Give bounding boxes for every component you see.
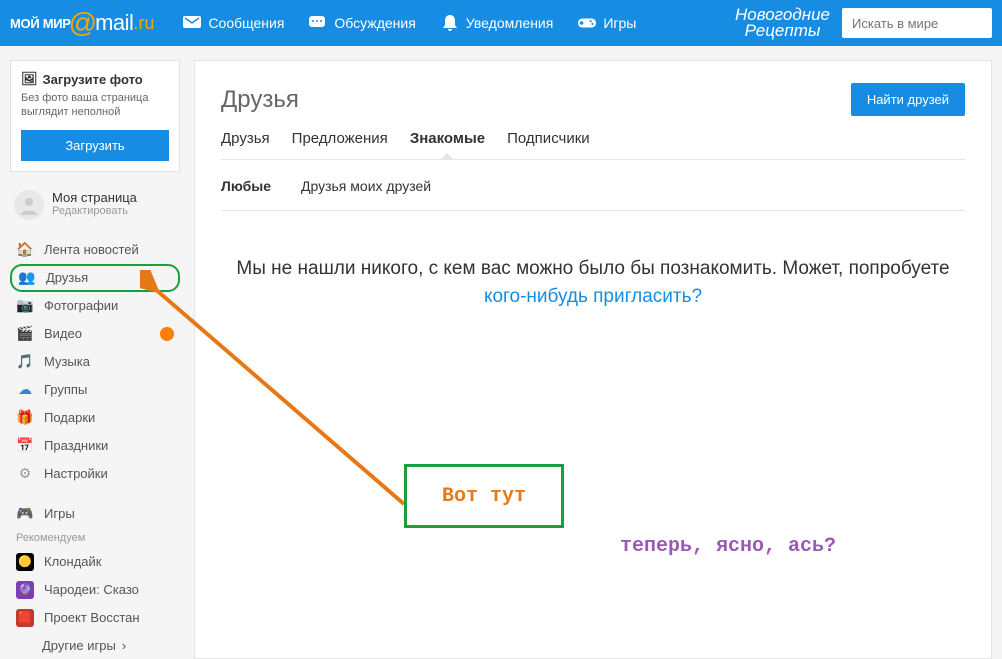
menu-label: Игры	[44, 506, 75, 521]
game-icon: 🟥	[16, 609, 34, 627]
sidebar: 🖼 Загрузите фото Без фото ваша страница …	[10, 60, 180, 659]
tab-2[interactable]: Знакомые	[410, 130, 485, 159]
discussion-icon	[308, 14, 328, 32]
sidebar-item-2[interactable]: 📷 Фотографии	[10, 292, 180, 320]
gamepad-icon	[577, 14, 597, 32]
promo-banner[interactable]: Новогодние Рецепты	[735, 7, 830, 39]
nav-menu: Сообщения Обсуждения Уведомления Игры	[172, 8, 646, 38]
profile-block[interactable]: Моя страница Редактировать	[10, 190, 180, 220]
logo-text-mail: mail	[95, 10, 133, 36]
nav-label: Сообщения	[208, 15, 284, 31]
tab-1[interactable]: Предложения	[292, 130, 388, 159]
site-logo[interactable]: МОЙ МИР @ mail .ru	[10, 7, 154, 39]
sidebar-menu: 🏠 Лента новостей 👥 Друзья 📷 Фотографии 🎬 Видео 🎵…	[10, 236, 180, 488]
upload-title: 🖼 Загрузите фото	[21, 71, 169, 87]
menu-icon: ⚙	[16, 465, 34, 483]
search-input[interactable]	[842, 8, 992, 38]
find-friends-button[interactable]: Найти друзей	[851, 83, 965, 116]
sub-tabs: Любые Друзья моих друзей	[221, 160, 965, 211]
game-item-2[interactable]: 🟥 Проект Восстан	[10, 604, 180, 632]
nav-discussions[interactable]: Обсуждения	[298, 8, 425, 38]
game-icon: 🔮	[16, 581, 34, 599]
basketball-badge-icon	[160, 327, 174, 341]
sidebar-item-3[interactable]: 🎬 Видео	[10, 320, 180, 348]
message-icon	[182, 14, 202, 32]
upload-button[interactable]: Загрузить	[21, 130, 169, 161]
empty-state: Мы не нашли никого, с кем вас можно было…	[221, 211, 965, 310]
menu-label: Лента новостей	[44, 242, 139, 257]
profile-edit-link[interactable]: Редактировать	[52, 205, 137, 217]
menu-label: Праздники	[44, 438, 108, 453]
gamepad-icon: 🎮	[16, 505, 34, 523]
image-icon: 🖼	[21, 71, 38, 87]
bell-icon	[440, 14, 460, 32]
upload-subtitle: Без фото ваша страница выглядит неполной	[21, 91, 169, 120]
subtab-1[interactable]: Друзья моих друзей	[301, 178, 431, 194]
invite-link[interactable]: кого-нибудь пригласить?	[484, 286, 702, 307]
tab-3[interactable]: Подписчики	[507, 130, 590, 159]
menu-label: Настройки	[44, 466, 108, 481]
nav-messages[interactable]: Сообщения	[172, 8, 294, 38]
game-label: Проект Восстан	[44, 610, 140, 625]
sidebar-item-5[interactable]: ☁ Группы	[10, 376, 180, 404]
subtab-0[interactable]: Любые	[221, 178, 271, 194]
page-title: Друзья	[221, 86, 299, 114]
game-icon: 🟡	[16, 553, 34, 571]
recommended-games-list: 🟡 Клондайк 🔮 Чародеи: Сказо 🟥 Проект Восстан	[10, 548, 180, 632]
empty-text: Мы не нашли никого, с кем вас можно было…	[236, 258, 949, 279]
menu-label: Музыка	[44, 354, 90, 369]
tabs: Друзья Предложения Знакомые Подписчики	[221, 130, 965, 160]
nav-games[interactable]: Игры	[567, 8, 646, 38]
logo-at-icon: @	[69, 7, 97, 39]
main-content: Друзья Найти друзей Друзья Предложения Зна…	[194, 60, 992, 659]
other-games-link[interactable]: Другие игры ›	[10, 632, 180, 659]
menu-label: Видео	[44, 326, 82, 341]
nav-label: Обсуждения	[334, 15, 415, 31]
menu-icon: 🎬	[16, 325, 34, 343]
promo-line2: Рецепты	[735, 23, 830, 39]
game-item-1[interactable]: 🔮 Чародеи: Сказо	[10, 576, 180, 604]
nav-label: Уведомления	[466, 15, 554, 31]
other-games-label: Другие игры	[42, 638, 116, 653]
profile-name: Моя страница	[52, 190, 137, 205]
sidebar-item-7[interactable]: 📅 Праздники	[10, 432, 180, 460]
menu-label: Группы	[44, 382, 87, 397]
sidebar-games-section: 🎮 Игры	[10, 500, 180, 528]
menu-icon: 📅	[16, 437, 34, 455]
chevron-right-icon: ›	[122, 638, 126, 653]
logo-text-ru: .ru	[133, 13, 154, 34]
menu-icon: 👥	[18, 269, 36, 287]
logo-text-moi: МОЙ МИР	[10, 16, 71, 31]
upload-photo-box: 🖼 Загрузите фото Без фото ваша страница …	[10, 60, 180, 172]
menu-label: Подарки	[44, 410, 95, 425]
menu-icon: 🎁	[16, 409, 34, 427]
sidebar-item-6[interactable]: 🎁 Подарки	[10, 404, 180, 432]
game-label: Клондайк	[44, 554, 101, 569]
sidebar-item-4[interactable]: 🎵 Музыка	[10, 348, 180, 376]
menu-label: Друзья	[46, 270, 88, 285]
search-box	[842, 8, 992, 38]
sidebar-item-games[interactable]: 🎮 Игры	[10, 500, 180, 528]
annotation-footer: теперь, ясно, ась?	[620, 535, 836, 558]
sidebar-item-8[interactable]: ⚙ Настройки	[10, 460, 180, 488]
annotation-text: Вот тут	[442, 485, 526, 508]
menu-label: Фотографии	[44, 298, 118, 313]
menu-icon: ☁	[16, 381, 34, 399]
game-label: Чародеи: Сказо	[44, 582, 139, 597]
recommend-label: Рекомендуем	[10, 528, 180, 548]
annotation-box: Вот тут	[404, 464, 564, 528]
sidebar-item-1[interactable]: 👥 Друзья	[10, 264, 180, 292]
menu-icon: 🎵	[16, 353, 34, 371]
tab-0[interactable]: Друзья	[221, 130, 270, 159]
nav-label: Игры	[603, 15, 636, 31]
menu-icon: 🏠	[16, 241, 34, 259]
game-item-0[interactable]: 🟡 Клондайк	[10, 548, 180, 576]
avatar-icon	[14, 190, 44, 220]
nav-notifications[interactable]: Уведомления	[430, 8, 564, 38]
menu-icon: 📷	[16, 297, 34, 315]
sidebar-item-0[interactable]: 🏠 Лента новостей	[10, 236, 180, 264]
top-navigation: МОЙ МИР @ mail .ru Сообщения Обсуждения …	[0, 0, 1002, 46]
